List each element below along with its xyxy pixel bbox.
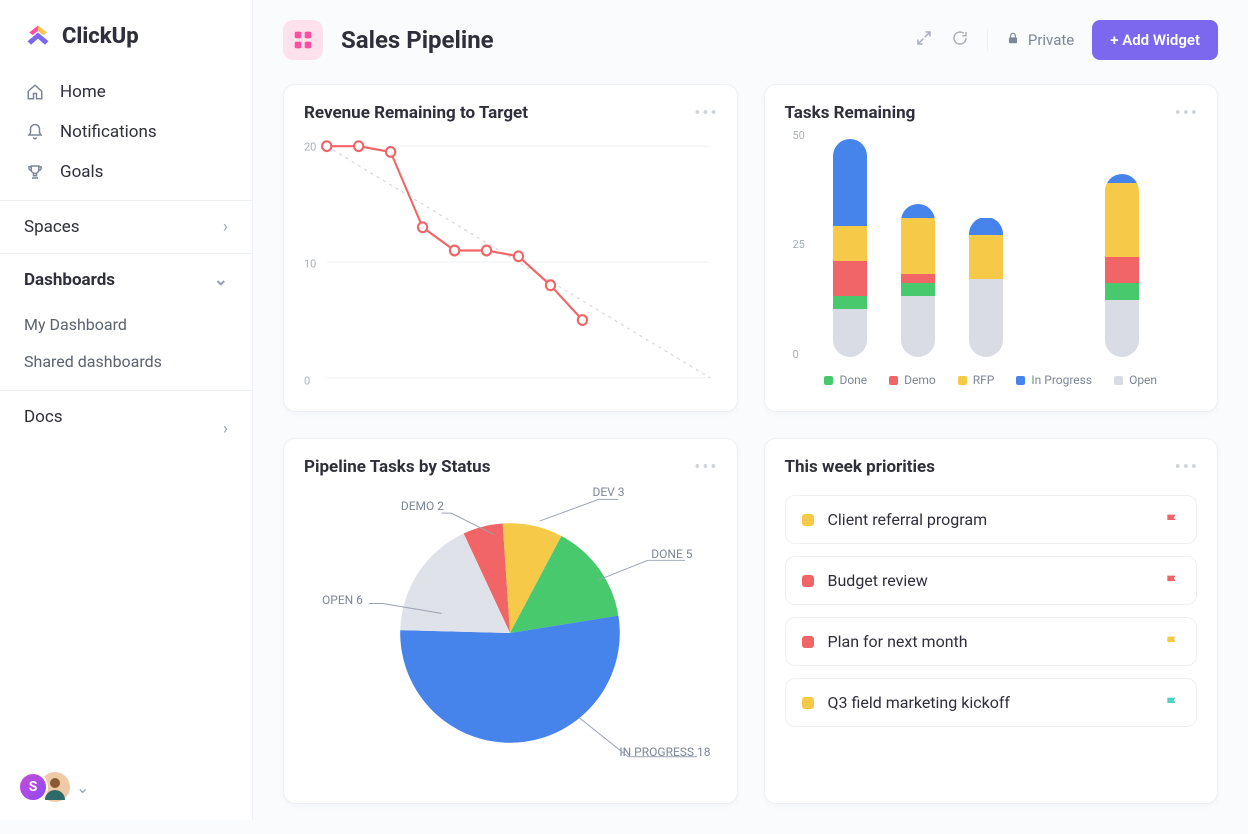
tasks-bar-chart: 50 25 0 [785, 129, 1198, 357]
nav-goals[interactable]: Goals [0, 152, 252, 192]
legend-rfp: RFP [958, 373, 995, 387]
chevron-down-icon: ⌄ [76, 778, 89, 797]
dashboard-icon [283, 20, 323, 60]
section-docs-label: Docs [24, 407, 63, 427]
y-tick: 50 [793, 129, 805, 142]
nav-my-dashboard[interactable]: My Dashboard [0, 306, 252, 343]
y-tick: 0 [793, 348, 799, 361]
status-dot [802, 697, 814, 709]
section-dashboards-label: Dashboards [24, 270, 115, 290]
main: Sales Pipeline Private + Add Widget Reve… [253, 0, 1248, 820]
legend-done: Done [824, 373, 867, 387]
bar [969, 217, 1003, 357]
section-spaces: Spaces › [0, 200, 252, 253]
flag-icon[interactable] [1164, 573, 1180, 589]
expand-icon[interactable] [915, 29, 933, 51]
priorities-list: Client referral program Budget review Pl… [785, 495, 1198, 727]
section-spaces-label: Spaces [24, 217, 80, 237]
revenue-line-chart: 20 10 0 [304, 131, 717, 391]
priority-item[interactable]: Budget review [785, 556, 1198, 605]
legend-open: Open [1114, 373, 1157, 387]
home-icon [24, 83, 46, 101]
separator [987, 29, 988, 51]
avatar-self: S [18, 772, 48, 802]
y-tick: 20 [304, 140, 316, 153]
card-title: Revenue Remaining to Target [304, 103, 717, 123]
y-tick: 10 [304, 257, 316, 270]
nav-notifications[interactable]: Notifications [0, 112, 252, 152]
flag-icon[interactable] [1164, 634, 1180, 650]
card-tasks-remaining: Tasks Remaining ••• 50 25 0 Done Demo RF… [764, 84, 1219, 412]
card-title: This week priorities [785, 457, 1198, 477]
card-menu-icon[interactable]: ••• [1175, 457, 1199, 478]
card-menu-icon[interactable]: ••• [1175, 103, 1199, 124]
status-dot [802, 636, 814, 648]
nav-goals-label: Goals [60, 162, 103, 182]
sidebar: ClickUp Home Notifications Goals Spaces … [0, 0, 253, 820]
card-menu-icon[interactable]: ••• [694, 103, 718, 124]
bell-icon [24, 123, 46, 141]
lock-icon [1006, 31, 1020, 49]
bar [833, 139, 867, 357]
chevron-right-icon: › [223, 419, 228, 439]
priority-item[interactable]: Q3 field marketing kickoff [785, 678, 1198, 727]
clickup-logo-icon [24, 22, 52, 50]
legend-demo: Demo [889, 373, 936, 387]
privacy-toggle[interactable]: Private [1006, 31, 1074, 49]
card-week-priorities: This week priorities ••• Client referral… [764, 438, 1219, 804]
nav-home-label: Home [60, 82, 106, 102]
brand[interactable]: ClickUp [0, 0, 252, 68]
section-dashboards: Dashboards ⌄ My Dashboard Shared dashboa… [0, 253, 252, 390]
topbar: Sales Pipeline Private + Add Widget [253, 0, 1248, 74]
nav-shared-dashboards[interactable]: Shared dashboards [0, 343, 252, 380]
nav-home[interactable]: Home [0, 72, 252, 112]
section-docs-toggle[interactable]: Docs › [0, 391, 252, 443]
bar [1105, 174, 1139, 357]
refresh-icon[interactable] [951, 29, 969, 51]
brand-name: ClickUp [62, 24, 139, 49]
trophy-icon [24, 163, 46, 181]
bar [901, 204, 935, 357]
nav-notifications-label: Notifications [60, 122, 157, 142]
card-title: Tasks Remaining [785, 103, 1198, 123]
primary-nav: Home Notifications Goals [0, 68, 252, 200]
status-dot [802, 514, 814, 526]
priority-title: Plan for next month [828, 632, 1151, 651]
y-tick: 25 [793, 238, 805, 251]
priority-title: Budget review [828, 571, 1151, 590]
add-widget-button[interactable]: + Add Widget [1092, 20, 1218, 60]
priority-title: Q3 field marketing kickoff [828, 693, 1151, 712]
page-title: Sales Pipeline [341, 26, 897, 54]
y-tick: 0 [304, 374, 310, 387]
flag-icon[interactable] [1164, 695, 1180, 711]
flag-icon[interactable] [1164, 512, 1180, 528]
priority-item[interactable]: Client referral program [785, 495, 1198, 544]
legend-inprogress: In Progress [1016, 373, 1092, 387]
priority-title: Client referral program [828, 510, 1151, 529]
bar-legend: Done Demo RFP In Progress Open [785, 373, 1198, 387]
card-title: Pipeline Tasks by Status [304, 457, 717, 477]
privacy-label: Private [1028, 31, 1074, 49]
card-revenue-remaining: Revenue Remaining to Target ••• 20 10 0 [283, 84, 738, 412]
card-menu-icon[interactable]: ••• [694, 457, 718, 478]
card-pipeline-status: Pipeline Tasks by Status ••• DEMO 2 DEV … [283, 438, 738, 804]
section-docs: Docs › [0, 390, 252, 443]
section-spaces-toggle[interactable]: Spaces › [0, 201, 252, 253]
chevron-down-icon: ⌄ [214, 270, 228, 290]
user-switcher[interactable]: S ⌄ [18, 772, 89, 802]
status-dot [802, 575, 814, 587]
chevron-right-icon: › [223, 217, 228, 237]
pipeline-pie-chart: DEMO 2 DEV 3 DONE 5 IN PROGRESS 18 OPEN … [304, 483, 717, 783]
section-dashboards-toggle[interactable]: Dashboards ⌄ [0, 254, 252, 306]
priority-item[interactable]: Plan for next month [785, 617, 1198, 666]
